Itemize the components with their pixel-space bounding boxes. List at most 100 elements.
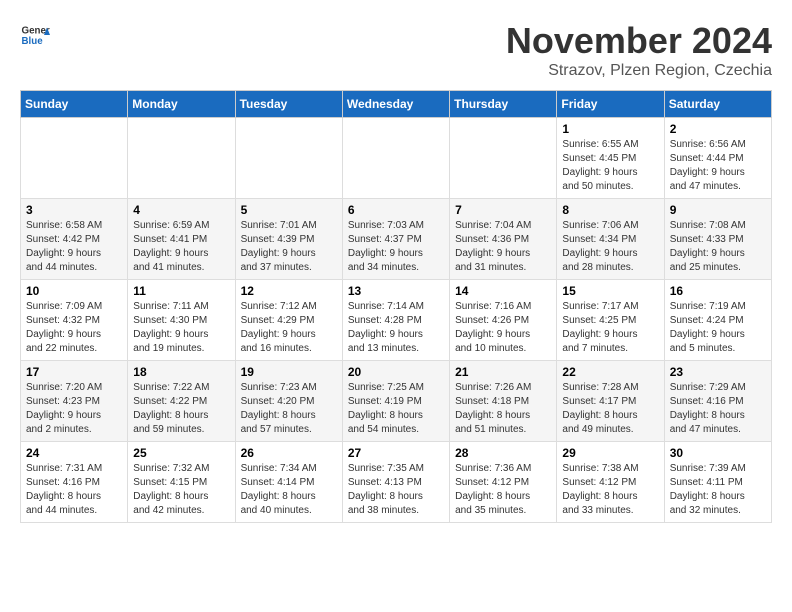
day-number: 29 bbox=[562, 446, 658, 460]
day-info: Sunrise: 7:25 AM Sunset: 4:19 PM Dayligh… bbox=[348, 381, 444, 437]
calendar-cell: 1 Sunrise: 6:55 AM Sunset: 4:45 PM Daylig… bbox=[557, 118, 664, 199]
calendar-cell: 13 Sunrise: 7:14 AM Sunset: 4:28 PM Dayli… bbox=[342, 280, 449, 361]
calendar-cell: 21 Sunrise: 7:26 AM Sunset: 4:18 PM Dayli… bbox=[450, 361, 557, 442]
week-row-4: 17 Sunrise: 7:20 AM Sunset: 4:23 PM Dayli… bbox=[21, 361, 772, 442]
day-info: Sunrise: 6:55 AM Sunset: 4:45 PM Dayligh… bbox=[562, 138, 658, 194]
day-number: 5 bbox=[241, 203, 337, 217]
day-info: Sunrise: 7:39 AM Sunset: 4:11 PM Dayligh… bbox=[670, 462, 766, 518]
day-header-saturday: Saturday bbox=[664, 91, 771, 118]
days-header-row: SundayMondayTuesdayWednesdayThursdayFrid… bbox=[21, 91, 772, 118]
day-number: 27 bbox=[348, 446, 444, 460]
day-info: Sunrise: 7:26 AM Sunset: 4:18 PM Dayligh… bbox=[455, 381, 551, 437]
day-info: Sunrise: 7:04 AM Sunset: 4:36 PM Dayligh… bbox=[455, 219, 551, 275]
calendar-cell: 28 Sunrise: 7:36 AM Sunset: 4:12 PM Dayli… bbox=[450, 442, 557, 523]
day-info: Sunrise: 7:14 AM Sunset: 4:28 PM Dayligh… bbox=[348, 300, 444, 356]
day-info: Sunrise: 7:28 AM Sunset: 4:17 PM Dayligh… bbox=[562, 381, 658, 437]
day-number: 1 bbox=[562, 122, 658, 136]
day-info: Sunrise: 7:01 AM Sunset: 4:39 PM Dayligh… bbox=[241, 219, 337, 275]
calendar-cell bbox=[21, 118, 128, 199]
day-info: Sunrise: 7:03 AM Sunset: 4:37 PM Dayligh… bbox=[348, 219, 444, 275]
calendar-cell: 3 Sunrise: 6:58 AM Sunset: 4:42 PM Daylig… bbox=[21, 199, 128, 280]
day-number: 15 bbox=[562, 284, 658, 298]
day-info: Sunrise: 6:58 AM Sunset: 4:42 PM Dayligh… bbox=[26, 219, 122, 275]
calendar-cell: 9 Sunrise: 7:08 AM Sunset: 4:33 PM Daylig… bbox=[664, 199, 771, 280]
calendar-cell: 11 Sunrise: 7:11 AM Sunset: 4:30 PM Dayli… bbox=[128, 280, 235, 361]
calendar-cell bbox=[235, 118, 342, 199]
day-info: Sunrise: 7:34 AM Sunset: 4:14 PM Dayligh… bbox=[241, 462, 337, 518]
day-info: Sunrise: 7:08 AM Sunset: 4:33 PM Dayligh… bbox=[670, 219, 766, 275]
day-info: Sunrise: 7:20 AM Sunset: 4:23 PM Dayligh… bbox=[26, 381, 122, 437]
week-row-5: 24 Sunrise: 7:31 AM Sunset: 4:16 PM Dayli… bbox=[21, 442, 772, 523]
day-info: Sunrise: 7:36 AM Sunset: 4:12 PM Dayligh… bbox=[455, 462, 551, 518]
calendar-cell: 14 Sunrise: 7:16 AM Sunset: 4:26 PM Dayli… bbox=[450, 280, 557, 361]
day-number: 2 bbox=[670, 122, 766, 136]
calendar-table: SundayMondayTuesdayWednesdayThursdayFrid… bbox=[20, 90, 772, 523]
day-number: 10 bbox=[26, 284, 122, 298]
calendar-cell: 18 Sunrise: 7:22 AM Sunset: 4:22 PM Dayli… bbox=[128, 361, 235, 442]
calendar-cell: 24 Sunrise: 7:31 AM Sunset: 4:16 PM Dayli… bbox=[21, 442, 128, 523]
day-number: 20 bbox=[348, 365, 444, 379]
day-number: 13 bbox=[348, 284, 444, 298]
day-info: Sunrise: 7:35 AM Sunset: 4:13 PM Dayligh… bbox=[348, 462, 444, 518]
day-info: Sunrise: 7:12 AM Sunset: 4:29 PM Dayligh… bbox=[241, 300, 337, 356]
day-header-sunday: Sunday bbox=[21, 91, 128, 118]
day-info: Sunrise: 7:31 AM Sunset: 4:16 PM Dayligh… bbox=[26, 462, 122, 518]
title-area: November 2024 Strazov, Plzen Region, Cze… bbox=[506, 20, 772, 80]
day-header-tuesday: Tuesday bbox=[235, 91, 342, 118]
calendar-cell: 7 Sunrise: 7:04 AM Sunset: 4:36 PM Daylig… bbox=[450, 199, 557, 280]
day-number: 16 bbox=[670, 284, 766, 298]
calendar-cell: 15Sunrise: 7:17 AM Sunset: 4:25 PM Dayli… bbox=[557, 280, 664, 361]
calendar-cell: 27 Sunrise: 7:35 AM Sunset: 4:13 PM Dayli… bbox=[342, 442, 449, 523]
day-number: 3 bbox=[26, 203, 122, 217]
calendar-cell bbox=[128, 118, 235, 199]
calendar-cell: 25Sunrise: 7:32 AM Sunset: 4:15 PM Dayli… bbox=[128, 442, 235, 523]
day-header-wednesday: Wednesday bbox=[342, 91, 449, 118]
day-info: Sunrise: 7:16 AM Sunset: 4:26 PM Dayligh… bbox=[455, 300, 551, 356]
calendar-cell: 23Sunrise: 7:29 AM Sunset: 4:16 PM Dayli… bbox=[664, 361, 771, 442]
day-number: 26 bbox=[241, 446, 337, 460]
day-number: 6 bbox=[348, 203, 444, 217]
day-number: 17 bbox=[26, 365, 122, 379]
day-info: Sunrise: 7:38 AM Sunset: 4:12 PM Dayligh… bbox=[562, 462, 658, 518]
day-info: Sunrise: 6:59 AM Sunset: 4:41 PM Dayligh… bbox=[133, 219, 229, 275]
day-header-friday: Friday bbox=[557, 91, 664, 118]
day-number: 21 bbox=[455, 365, 551, 379]
day-header-monday: Monday bbox=[128, 91, 235, 118]
day-info: Sunrise: 7:23 AM Sunset: 4:20 PM Dayligh… bbox=[241, 381, 337, 437]
day-number: 7 bbox=[455, 203, 551, 217]
week-row-3: 10 Sunrise: 7:09 AM Sunset: 4:32 PM Dayli… bbox=[21, 280, 772, 361]
day-info: Sunrise: 6:56 AM Sunset: 4:44 PM Dayligh… bbox=[670, 138, 766, 194]
week-row-1: 1 Sunrise: 6:55 AM Sunset: 4:45 PM Daylig… bbox=[21, 118, 772, 199]
calendar-cell: 29 Sunrise: 7:38 AM Sunset: 4:12 PM Dayli… bbox=[557, 442, 664, 523]
day-info: Sunrise: 7:11 AM Sunset: 4:30 PM Dayligh… bbox=[133, 300, 229, 356]
day-number: 28 bbox=[455, 446, 551, 460]
calendar-cell: 12 Sunrise: 7:12 AM Sunset: 4:29 PM Dayli… bbox=[235, 280, 342, 361]
day-number: 12 bbox=[241, 284, 337, 298]
week-row-2: 3 Sunrise: 6:58 AM Sunset: 4:42 PM Daylig… bbox=[21, 199, 772, 280]
day-number: 19 bbox=[241, 365, 337, 379]
day-number: 14 bbox=[455, 284, 551, 298]
day-number: 18 bbox=[133, 365, 229, 379]
day-number: 22 bbox=[562, 365, 658, 379]
logo-icon: General Blue bbox=[20, 20, 50, 50]
calendar-cell bbox=[450, 118, 557, 199]
day-number: 24 bbox=[26, 446, 122, 460]
calendar-cell: 19 Sunrise: 7:23 AM Sunset: 4:20 PM Dayli… bbox=[235, 361, 342, 442]
logo: General Blue bbox=[20, 20, 50, 50]
day-info: Sunrise: 7:09 AM Sunset: 4:32 PM Dayligh… bbox=[26, 300, 122, 356]
day-number: 25 bbox=[133, 446, 229, 460]
day-info: Sunrise: 7:06 AM Sunset: 4:34 PM Dayligh… bbox=[562, 219, 658, 275]
day-info: Sunrise: 7:22 AM Sunset: 4:22 PM Dayligh… bbox=[133, 381, 229, 437]
day-number: 30 bbox=[670, 446, 766, 460]
day-info: Sunrise: 7:29 AM Sunset: 4:16 PM Dayligh… bbox=[670, 381, 766, 437]
calendar-cell: 6 Sunrise: 7:03 AM Sunset: 4:37 PM Daylig… bbox=[342, 199, 449, 280]
calendar-cell: 4 Sunrise: 6:59 AM Sunset: 4:41 PM Daylig… bbox=[128, 199, 235, 280]
calendar-cell: 8Sunrise: 7:06 AM Sunset: 4:34 PM Daylig… bbox=[557, 199, 664, 280]
calendar-cell: 26 Sunrise: 7:34 AM Sunset: 4:14 PM Dayli… bbox=[235, 442, 342, 523]
day-number: 11 bbox=[133, 284, 229, 298]
calendar-cell: 17 Sunrise: 7:20 AM Sunset: 4:23 PM Dayli… bbox=[21, 361, 128, 442]
calendar-cell: 10 Sunrise: 7:09 AM Sunset: 4:32 PM Dayli… bbox=[21, 280, 128, 361]
calendar-cell: 30 Sunrise: 7:39 AM Sunset: 4:11 PM Dayli… bbox=[664, 442, 771, 523]
day-number: 4 bbox=[133, 203, 229, 217]
day-number: 9 bbox=[670, 203, 766, 217]
